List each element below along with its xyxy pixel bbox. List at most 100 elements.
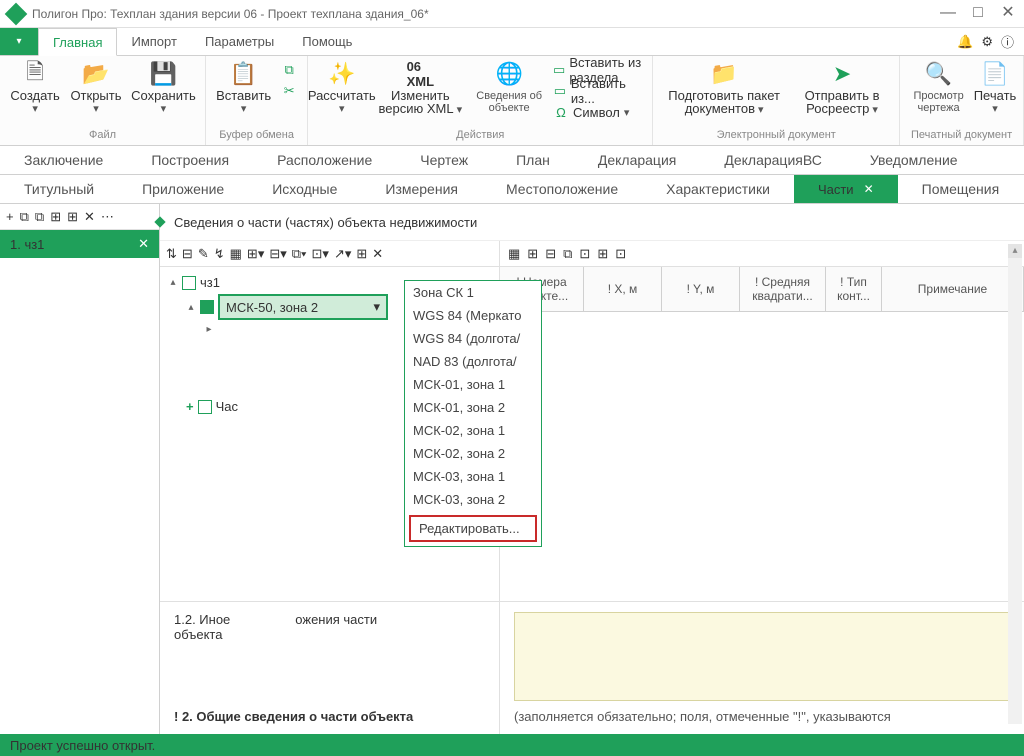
tt-icon[interactable]: ⊟ <box>182 246 193 262</box>
tt-icon[interactable]: ⊞ <box>356 246 367 262</box>
gt-icon[interactable]: ⊡ <box>615 246 626 262</box>
symbol-button[interactable]: ΩСимвол ▾ <box>553 102 642 122</box>
tb-icon[interactable]: ⊞ <box>50 209 61 225</box>
tb-icon[interactable]: ⧉ <box>20 209 29 225</box>
tab-plan[interactable]: План <box>492 146 574 174</box>
tt-icon[interactable]: ⇅ <box>166 246 177 262</box>
tab-attachment[interactable]: Приложение <box>118 175 248 203</box>
object-info-button[interactable]: 🌐Сведения об объекте <box>471 58 547 116</box>
tab-position[interactable]: Местоположение <box>482 175 642 203</box>
preview-button[interactable]: 🔍Просмотр чертежа <box>906 58 971 116</box>
tt-icon[interactable]: ↗▾ <box>334 246 351 262</box>
tab-conclusion[interactable]: Заключение <box>0 146 127 174</box>
chevron-down-icon: ▾ <box>373 299 380 315</box>
save-button[interactable]: 💾Сохранить ▾ <box>128 58 199 117</box>
close-button[interactable]: ✕ <box>1000 6 1016 22</box>
col-y[interactable]: ! Y, м <box>662 267 740 311</box>
tab-constructions[interactable]: Построения <box>127 146 253 174</box>
tab-notification[interactable]: Уведомление <box>846 146 982 174</box>
menu-tab-params[interactable]: Параметры <box>191 28 288 55</box>
gt-icon[interactable]: ▦ <box>508 246 520 262</box>
open-button[interactable]: 📂Открыть ▾ <box>66 58 126 117</box>
tt-icon[interactable]: ⊞▾ <box>247 246 264 262</box>
description-textarea[interactable] <box>514 612 1010 701</box>
grid-toolbar: ▦ ⊞ ⊟ ⧉ ⊡ ⊞ ⊡ <box>500 241 1024 267</box>
dd-item[interactable]: Зона СК 1 <box>405 281 541 304</box>
tab-location[interactable]: Расположение <box>253 146 396 174</box>
scrollbar[interactable]: ▴ <box>1008 244 1022 724</box>
insert-icon: ▭ <box>553 83 567 99</box>
dd-edit-button[interactable]: Редактировать... <box>409 515 537 542</box>
paste-button[interactable]: 📋Вставить ▾ <box>212 58 275 117</box>
create-button[interactable]: 🗎Создать ▾ <box>6 58 64 117</box>
gt-icon[interactable]: ⊡ <box>579 246 590 262</box>
menu-tab-main[interactable]: Главная <box>38 28 117 56</box>
tab-rooms[interactable]: Помещения <box>898 175 1024 203</box>
add-icon[interactable]: + <box>6 209 14 224</box>
close-item-icon[interactable]: ✕ <box>138 236 149 252</box>
print-button[interactable]: 📄Печать ▾ <box>973 58 1017 117</box>
dd-item[interactable]: МСК-03, зона 2 <box>405 488 541 511</box>
scroll-up-icon[interactable]: ▴ <box>1008 244 1022 258</box>
send-rosreestr-button[interactable]: ➤Отправить в Росреестр ▾ <box>791 58 893 118</box>
tab-measurements[interactable]: Измерения <box>361 175 482 203</box>
xml-icon: 06XML <box>406 60 434 88</box>
left-item-1[interactable]: 1. чз1✕ <box>0 230 159 258</box>
tab-source[interactable]: Исходные <box>248 175 361 203</box>
col-note[interactable]: Примечание <box>882 267 1024 311</box>
help-icon[interactable]: ⓘ <box>1001 32 1014 51</box>
minimize-button[interactable]: — <box>940 6 956 22</box>
maximize-button[interactable]: □ <box>970 6 986 22</box>
dd-item[interactable]: МСК-01, зона 1 <box>405 373 541 396</box>
copy-button[interactable]: ⧉ <box>281 60 297 80</box>
folder-icon: 📁 <box>710 60 738 88</box>
more-icon[interactable]: ⋯ <box>101 209 114 225</box>
cut-button[interactable]: ✂ <box>281 81 297 101</box>
menu-tab-import[interactable]: Импорт <box>117 28 190 55</box>
xml-version-button[interactable]: 06XMLИзменить версию XML ▾ <box>371 58 469 118</box>
dd-item[interactable]: МСК-01, зона 2 <box>405 396 541 419</box>
section-2-heading: ! 2. Общие сведения о части объекта <box>174 709 485 724</box>
grid-body[interactable] <box>500 312 1024 601</box>
tab-characteristics[interactable]: Характеристики <box>642 175 794 203</box>
dd-item[interactable]: МСК-03, зона 1 <box>405 465 541 488</box>
dd-item[interactable]: МСК-02, зона 2 <box>405 442 541 465</box>
calc-button[interactable]: ✨Рассчитать ▾ <box>314 58 369 117</box>
tab-drawing[interactable]: Чертеж <box>396 146 492 174</box>
gt-icon[interactable]: ⧉ <box>563 246 572 262</box>
gt-icon[interactable]: ⊞ <box>527 246 538 262</box>
bell-icon[interactable]: 🔔 <box>957 34 973 50</box>
file-menu-button[interactable] <box>0 28 38 55</box>
dd-item[interactable]: WGS 84 (долгота/ <box>405 327 541 350</box>
prepare-docs-button[interactable]: 📁Подготовить пакет документов ▾ <box>659 58 789 118</box>
col-x[interactable]: ! X, м <box>584 267 662 311</box>
tt-icon[interactable]: ✎ <box>198 246 209 262</box>
dd-item[interactable]: WGS 84 (Меркато <box>405 304 541 327</box>
dd-item[interactable]: NAD 83 (долгота/ <box>405 350 541 373</box>
delete-icon[interactable]: ✕ <box>84 209 95 225</box>
col-avg[interactable]: ! Средняя квадрати... <box>740 267 826 311</box>
gt-icon[interactable]: ⊞ <box>597 246 608 262</box>
tab-declaration[interactable]: Декларация <box>574 146 701 174</box>
tt-icon[interactable]: ⊟▾ <box>269 246 286 262</box>
left-toolbar: + ⧉ ⧉ ⊞ ⊞ ✕ ⋯ <box>0 204 159 230</box>
tt-icon[interactable]: ✕ <box>372 246 383 262</box>
tab-title[interactable]: Титульный <box>0 175 118 203</box>
col-type[interactable]: ! Тип конт... <box>826 267 882 311</box>
tb-icon[interactable]: ⧉ <box>35 209 44 225</box>
tt-icon[interactable]: ↯ <box>214 246 225 262</box>
group-edoc-caption: Электронный документ <box>659 127 893 145</box>
menu-tab-help[interactable]: Помощь <box>288 28 366 55</box>
close-tab-icon[interactable]: ✕ <box>864 182 874 196</box>
tab-parts[interactable]: Части✕ <box>794 175 898 203</box>
tt-icon[interactable]: ⊡▾ <box>312 246 329 262</box>
tt-icon[interactable]: ⧉▾ <box>292 246 307 262</box>
tb-icon[interactable]: ⊞ <box>67 209 78 225</box>
dd-item[interactable]: МСК-02, зона 1 <box>405 419 541 442</box>
gt-icon[interactable]: ⊟ <box>545 246 556 262</box>
insert-from-button[interactable]: ▭Вставить из... <box>553 81 642 101</box>
gear-icon[interactable]: ⚙ <box>981 34 993 50</box>
crs-select[interactable]: МСК-50, зона 2▾ <box>220 296 386 318</box>
tab-declaration-vs[interactable]: ДекларацияВС <box>700 146 845 174</box>
tt-icon[interactable]: ▦ <box>230 246 242 262</box>
